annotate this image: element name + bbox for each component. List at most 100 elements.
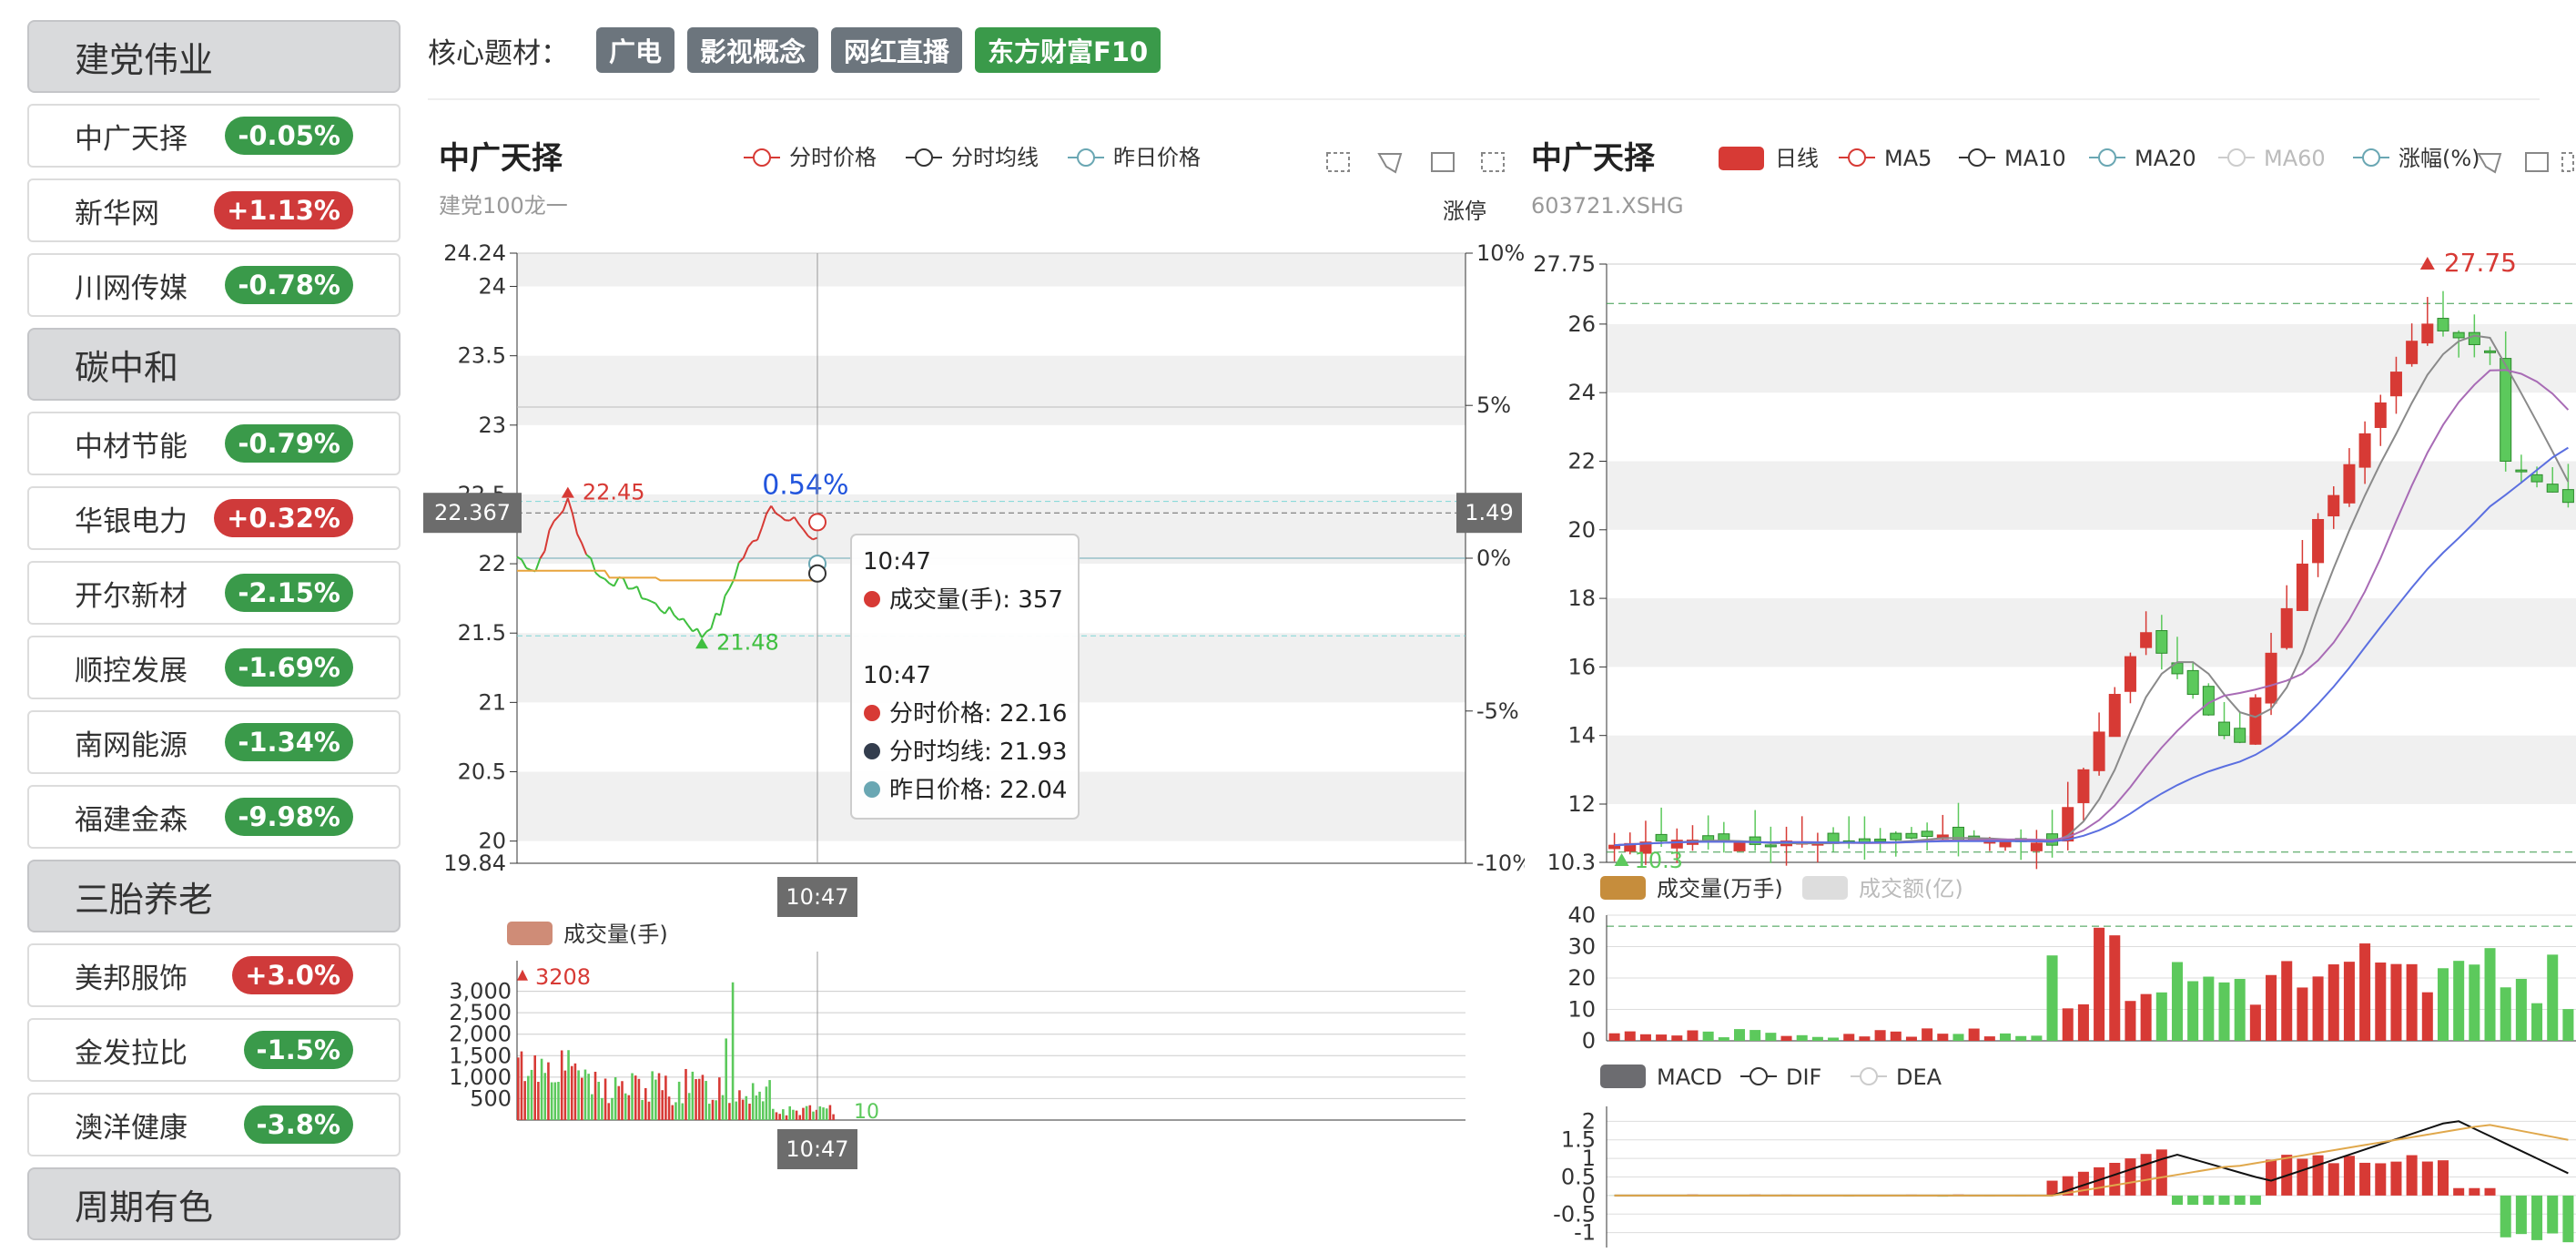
stock-name: 川网传媒 (75, 271, 188, 305)
legend-ma5[interactable]: MA5 (1884, 146, 1932, 171)
macd-bar (2390, 1161, 2402, 1196)
zoom-reset-icon[interactable] (1481, 152, 1505, 172)
macd-bar (2297, 1158, 2308, 1196)
intraday-legend[interactable]: 分时价格 分时均线 昨日价格 (744, 145, 1201, 170)
kline-low-marker (1614, 853, 1629, 866)
vol-bar (778, 1114, 781, 1120)
legend-price-label[interactable]: 分时价格 (789, 145, 877, 170)
candle-body (2140, 632, 2153, 648)
sidebar-stock-item[interactable]: 开尔新材 -2.15% (27, 561, 401, 625)
price-line-segment (650, 600, 656, 605)
daily-chart[interactable]: 中广天择 603721.XSHG 日线 MA5 MA10 MA20 MA60 涨… (1525, 123, 2576, 1253)
macd-bar (2515, 1195, 2527, 1235)
candle-body (2030, 842, 2043, 851)
price-line-segment (645, 598, 652, 603)
stock-name: 福建金森 (75, 803, 188, 837)
vol-bar (621, 1081, 624, 1120)
legend-ma20[interactable]: MA20 (2135, 146, 2196, 171)
macd-bar (2266, 1159, 2277, 1196)
daily-title: 中广天择 (1531, 140, 1656, 177)
candle-body (2155, 630, 2168, 654)
vol-bar (818, 1105, 822, 1120)
zoom-lasso-icon[interactable] (1377, 153, 1403, 174)
sidebar-category[interactable]: 周期有色 (27, 1167, 401, 1240)
price-line-segment (682, 617, 689, 626)
topic-tag-film[interactable]: 影视概念 (687, 27, 819, 73)
zoom-toolbox[interactable] (1326, 152, 1505, 174)
zoom-back-icon[interactable] (1431, 152, 1455, 172)
zoom-select-icon[interactable] (1326, 152, 1350, 172)
price-line-segment (594, 572, 602, 578)
vol-bar (560, 1050, 563, 1120)
intraday-chart[interactable]: 中广天择 建党100龙一 分时价格 分时均线 昨日价格 涨停 24.24 24 23… (423, 123, 1525, 1179)
candle-body (2358, 433, 2371, 468)
sidebar-stock-item[interactable]: 金发拉比 -1.5% (27, 1018, 401, 1082)
sidebar-stock-item[interactable]: 中广天择 -0.05% (27, 104, 401, 168)
daily-volume-plot: 成交量(万手) 成交额(亿) 40 30 20 10 0 (1567, 876, 2576, 1054)
topic-tag-guangdian[interactable]: 广电 (596, 27, 675, 73)
vol-bar (563, 1070, 567, 1120)
dvol-bar (1968, 1028, 1980, 1041)
candle-body (2421, 323, 2434, 344)
sidebar-stock-item[interactable]: 澳洋健康 -3.8% (27, 1093, 401, 1156)
dvol-bar (2234, 979, 2246, 1041)
daily-zoom-back-icon[interactable] (2525, 152, 2549, 172)
vol-bar (765, 1086, 768, 1120)
vol-bar (577, 1070, 580, 1120)
sidebar-stock-item[interactable]: 新华网 +1.13% (27, 178, 401, 242)
pct-tick-label: -5% (1476, 698, 1519, 724)
dvol-bar (1983, 1036, 1995, 1041)
sidebar-stock-item[interactable]: 南网能源 -1.34% (27, 710, 401, 774)
daily-zoom-toolbox[interactable] (2477, 152, 2574, 174)
y-tick-label: 20.5 (458, 759, 506, 785)
dvol-bar (2125, 1001, 2136, 1041)
sidebar-stock-item[interactable]: 华银电力 +0.32% (27, 486, 401, 550)
macd-bar (2421, 1161, 2433, 1196)
candle-body (2437, 318, 2449, 331)
dvol-bar (2218, 982, 2230, 1041)
daily-zoom-lasso-icon[interactable] (2477, 153, 2502, 174)
daily-legend[interactable]: 日线 MA5 MA10 MA20 MA60 涨幅(%) (1719, 146, 2480, 171)
kline-y-tick-label: 24 (1567, 380, 1596, 405)
dvol-bar (2203, 976, 2215, 1041)
sidebar-stock-item[interactable]: 顺控发展 -1.69% (27, 636, 401, 699)
price-line-segment (673, 614, 680, 621)
topic-tag-live[interactable]: 网红直播 (831, 27, 963, 73)
macd-bar (2328, 1163, 2339, 1196)
topic-tag-f10[interactable]: 东方财富F10 (975, 27, 1161, 73)
legend-ma60[interactable]: MA60 (2264, 146, 2326, 171)
dvol-bar (2343, 962, 2355, 1041)
dvol-tick-label: 30 (1567, 934, 1596, 960)
vol-bar (631, 1073, 634, 1120)
legend-ma10[interactable]: MA10 (2004, 146, 2066, 171)
vol-bar (761, 1101, 765, 1120)
dvol-bar (1796, 1034, 1808, 1041)
sidebar-stock-item[interactable]: 中材节能 -0.79% (27, 412, 401, 475)
sidebar-stock-item[interactable]: 川网传媒 -0.78% (27, 253, 401, 317)
dvol-bar (1733, 1029, 1746, 1041)
dvol-bar (2249, 1004, 2261, 1041)
stock-name: 美邦服饰 (75, 962, 188, 995)
daily-zoom-reset-icon[interactable] (2561, 152, 2574, 172)
vol-bar (677, 1081, 681, 1120)
vol-bar (808, 1105, 812, 1120)
vol-bar (641, 1099, 644, 1120)
vol-bar (611, 1097, 614, 1120)
sidebar-category[interactable]: 三胎养老 (27, 860, 401, 932)
vol-bar (822, 1107, 825, 1120)
y-tick-label: 24 (478, 274, 506, 300)
legend-change[interactable]: 涨幅(%) (2399, 146, 2480, 171)
kline-y-tick-label: 10.3 (1547, 850, 1596, 875)
vol-max-marker (517, 969, 528, 981)
vol-bar (671, 1105, 674, 1120)
sidebar-category[interactable]: 建党伟业 (27, 20, 401, 93)
legend-avg-label[interactable]: 分时均线 (951, 145, 1039, 170)
candle-body (1874, 838, 1887, 842)
sidebar-category[interactable]: 碳中和 (27, 328, 401, 401)
sidebar-stock-item[interactable]: 福建金森 -9.98% (27, 785, 401, 849)
dvol-bar (2077, 1003, 2089, 1041)
legend-kline[interactable]: 日线 (1775, 146, 1819, 171)
sidebar-stock-item[interactable]: 美邦服饰 +3.0% (27, 943, 401, 1007)
kline-y-tick-label: 27.75 (1533, 251, 1596, 277)
legend-prev-label[interactable]: 昨日价格 (1113, 145, 1201, 170)
